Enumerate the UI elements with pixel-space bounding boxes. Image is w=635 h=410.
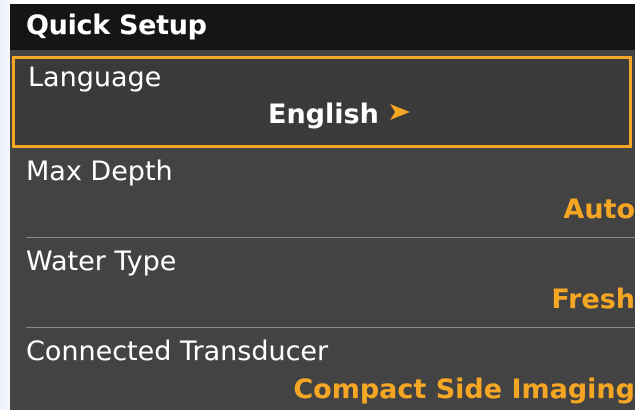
divider — [26, 237, 635, 238]
divider — [26, 327, 635, 328]
menu-item-water-type[interactable]: Water Type Fresh — [10, 240, 635, 328]
menu-item-value: Compact Side Imaging — [293, 374, 635, 405]
menu-title: Quick Setup — [26, 10, 207, 41]
quick-setup-panel: Quick Setup Language English Max Depth A… — [10, 4, 635, 410]
screen: Quick Setup Language English Max Depth A… — [0, 0, 635, 410]
menu-item-label: Connected Transducer — [26, 336, 329, 367]
menu-item-language[interactable]: Language English — [12, 56, 632, 148]
menu-item-label: Max Depth — [26, 156, 173, 187]
menu-item-value: Auto — [563, 194, 635, 225]
title-bar: Quick Setup — [10, 4, 635, 50]
menu-item-connected-transducer[interactable]: Connected Transducer Compact Side Imagin… — [10, 330, 635, 410]
language-value-group: English — [268, 99, 411, 130]
menu-item-value: English — [268, 99, 379, 130]
chevron-right-icon — [389, 103, 411, 125]
menu-item-label: Language — [28, 62, 162, 93]
menu-item-max-depth[interactable]: Max Depth Auto — [10, 150, 635, 238]
menu-item-label: Water Type — [26, 246, 177, 277]
menu-item-value: Fresh — [551, 284, 635, 315]
